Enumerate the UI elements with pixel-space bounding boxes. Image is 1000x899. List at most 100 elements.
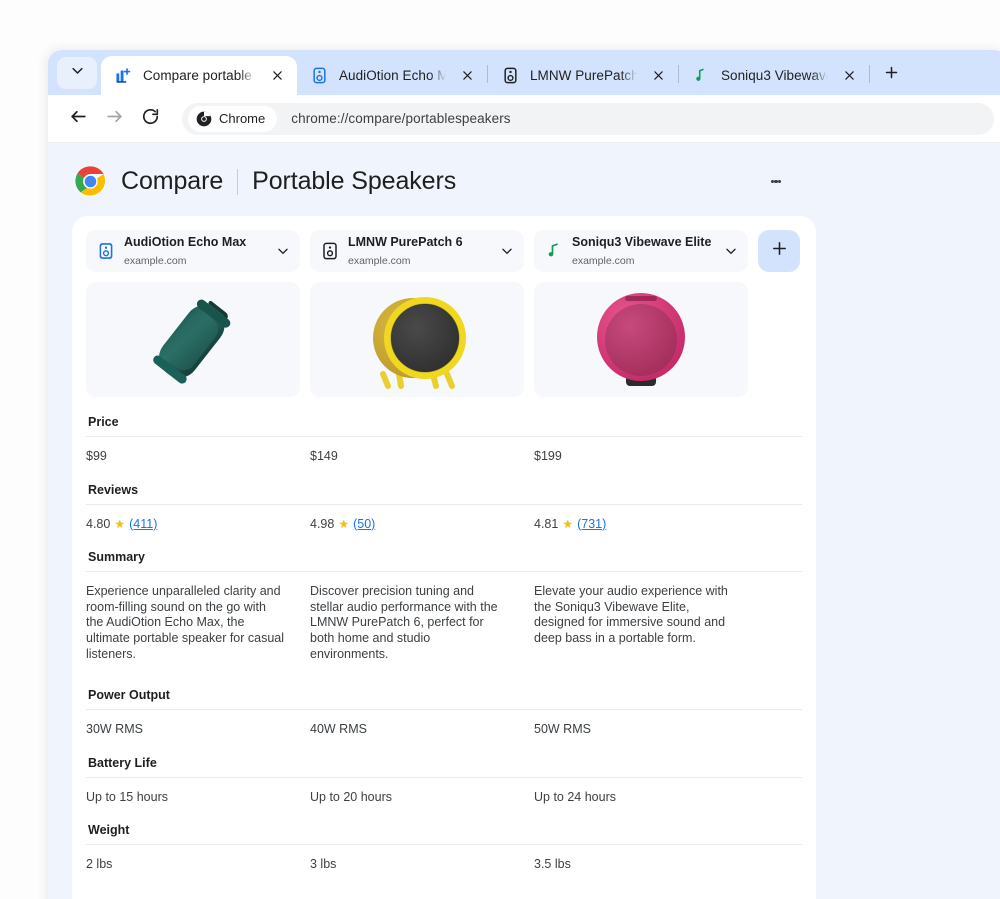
spec-cell-rating: 4.98 ★ (50) bbox=[310, 517, 534, 533]
product-domain: example.com bbox=[124, 255, 187, 267]
spec-cell: 2 lbs bbox=[86, 857, 113, 872]
spec-cell: 40W RMS bbox=[310, 722, 367, 737]
spec-table: Price $99 $149 $199 Reviews 4.80 ★ (411)… bbox=[72, 397, 816, 873]
tab-search-button[interactable] bbox=[57, 57, 97, 89]
spec-label: Battery Life bbox=[88, 755, 157, 770]
rating-score: 4.81 bbox=[534, 516, 559, 531]
product-image-yellow-round-speaker bbox=[310, 282, 524, 397]
speaker-dark-icon bbox=[321, 242, 339, 260]
star-icon: ★ bbox=[338, 517, 350, 532]
music-note-green-icon bbox=[545, 242, 563, 260]
spec-cell: Up to 15 hours bbox=[86, 789, 168, 804]
spec-cell: Elevate your audio experience with the S… bbox=[534, 584, 728, 645]
tab-separator bbox=[869, 65, 870, 83]
close-icon[interactable] bbox=[839, 66, 859, 86]
tab-title: AudiOtion Echo Max bbox=[339, 68, 446, 83]
spec-values-row: 4.80 ★ (411) 4.98 ★ (50) 4.81 ★ (731) bbox=[86, 503, 802, 533]
spec-label: Price bbox=[88, 415, 119, 429]
product-name: AudiOtion Echo Max bbox=[124, 235, 247, 249]
spec-values-row: Up to 15 hours Up to 20 hours Up to 24 h… bbox=[86, 776, 802, 806]
chrome-scheme-chip: Chrome bbox=[188, 105, 278, 132]
chevron-down-icon[interactable] bbox=[498, 242, 516, 260]
product-domain: example.com bbox=[572, 255, 635, 267]
spec-block-price: Price $99 $149 $199 bbox=[86, 397, 802, 465]
address-bar[interactable]: Chrome chrome://compare/portablespeakers bbox=[182, 102, 994, 135]
forward-button[interactable] bbox=[98, 103, 130, 135]
speaker-dark-icon bbox=[502, 67, 519, 84]
chrome-logo-icon bbox=[74, 165, 107, 198]
tab-title: Soniqu3 Vibewave Elite bbox=[721, 68, 828, 83]
spec-label: Power Output bbox=[88, 688, 170, 703]
spec-cell: $199 bbox=[534, 449, 562, 463]
selector-text: Soniqu3 Vibewave Elite example.com bbox=[572, 233, 713, 269]
chevron-down-icon bbox=[70, 63, 85, 83]
spec-label: Weight bbox=[88, 823, 130, 838]
spec-block-power-output: Power Output 30W RMS 40W RMS 50W RMS bbox=[86, 670, 802, 738]
product-domain: example.com bbox=[348, 255, 411, 267]
kebab-dot bbox=[777, 179, 782, 184]
plus-icon bbox=[771, 240, 788, 262]
review-count-link[interactable]: (411) bbox=[129, 517, 157, 533]
star-icon: ★ bbox=[114, 517, 126, 532]
address-bar-url[interactable]: chrome://compare/portablespeakers bbox=[291, 111, 510, 126]
spec-cell: 30W RMS bbox=[86, 722, 143, 737]
product-selector-audiotion-echo-max[interactable]: AudiOtion Echo Max example.com bbox=[86, 230, 300, 272]
chevron-down-icon[interactable] bbox=[274, 242, 292, 260]
back-arrow-icon bbox=[69, 107, 88, 131]
page-title: Compare bbox=[121, 167, 224, 195]
spec-cell: 3 lbs bbox=[310, 857, 337, 872]
page-header: Compare Portable Speakers bbox=[48, 143, 1000, 216]
spec-cell-rating: 4.80 ★ (411) bbox=[86, 517, 310, 533]
tab-compare-portable-speakers[interactable]: Compare portable speakers bbox=[101, 56, 297, 95]
product-name: LMNW PurePatch 6 bbox=[348, 235, 463, 249]
tab-title: Compare portable speakers bbox=[143, 68, 256, 83]
new-tab-button[interactable] bbox=[876, 60, 906, 90]
spec-values-row: $99 $149 $199 bbox=[86, 436, 802, 465]
close-icon[interactable] bbox=[267, 66, 287, 86]
star-icon: ★ bbox=[562, 517, 574, 532]
spec-cell: 3.5 lbs bbox=[534, 857, 571, 872]
reload-button[interactable] bbox=[134, 103, 166, 135]
spec-block-battery-life: Battery Life Up to 15 hours Up to 20 hou… bbox=[86, 738, 802, 806]
spec-block-reviews: Reviews 4.80 ★ (411) 4.98 ★ (50) 4.81 ★ … bbox=[86, 465, 802, 533]
close-icon[interactable] bbox=[457, 66, 477, 86]
product-images-row bbox=[72, 272, 816, 397]
product-image-pink-round-speaker bbox=[534, 282, 748, 397]
product-image-teal-cylinder-speaker bbox=[86, 282, 300, 397]
close-icon[interactable] bbox=[648, 66, 668, 86]
tab-lmnw-purepatch-6[interactable]: LMNW PurePatch 6 bbox=[488, 56, 678, 95]
back-button[interactable] bbox=[62, 103, 94, 135]
header-divider bbox=[237, 168, 239, 195]
product-name: Soniqu3 Vibewave Elite bbox=[572, 235, 712, 249]
spec-cell: 50W RMS bbox=[534, 722, 591, 737]
plus-icon bbox=[884, 65, 899, 85]
kebab-menu-icon[interactable] bbox=[760, 166, 792, 198]
comparison-card: AudiOtion Echo Max example.com LMNW Pure… bbox=[72, 216, 816, 899]
selector-text: LMNW PurePatch 6 example.com bbox=[348, 233, 489, 269]
spec-label: Reviews bbox=[88, 482, 139, 497]
product-selector-row: AudiOtion Echo Max example.com LMNW Pure… bbox=[72, 230, 816, 272]
music-note-green-icon bbox=[693, 67, 710, 84]
spec-block-weight: Weight 2 lbs 3 lbs 3.5 lbs bbox=[86, 805, 802, 873]
review-count-link[interactable]: (50) bbox=[353, 517, 375, 533]
product-selector-soniqu3-vibewave-elite[interactable]: Soniqu3 Vibewave Elite example.com bbox=[534, 230, 748, 272]
rating-score: 4.98 bbox=[310, 516, 335, 531]
forward-arrow-icon bbox=[105, 107, 124, 131]
add-product-button[interactable] bbox=[758, 230, 800, 272]
spec-values-row: 30W RMS 40W RMS 50W RMS bbox=[86, 709, 802, 738]
tab-strip: Compare portable speakers AudiOtion Echo… bbox=[48, 50, 1000, 95]
tab-soniqu3-vibewave-elite[interactable]: Soniqu3 Vibewave Elite bbox=[679, 56, 869, 95]
compare-page: Compare Portable Speakers AudiOtion Echo… bbox=[48, 143, 1000, 899]
screenshot-root: Compare portable speakers AudiOtion Echo… bbox=[0, 0, 1000, 899]
tab-audiotion-echo-max[interactable]: AudiOtion Echo Max bbox=[297, 56, 487, 95]
chevron-down-icon[interactable] bbox=[722, 242, 740, 260]
page-subject: Portable Speakers bbox=[252, 167, 457, 195]
product-selector-lmnw-purepatch-6[interactable]: LMNW PurePatch 6 example.com bbox=[310, 230, 524, 272]
reload-icon bbox=[141, 107, 160, 131]
review-count-link[interactable]: (731) bbox=[577, 517, 606, 533]
spec-cell: Up to 24 hours bbox=[534, 789, 616, 804]
speaker-blue-icon bbox=[311, 67, 328, 84]
spec-values-row: 2 lbs 3 lbs 3.5 lbs bbox=[86, 844, 802, 873]
spec-values-row: Experience unparalleled clarity and room… bbox=[86, 571, 802, 670]
spec-cell: Experience unparalleled clarity and room… bbox=[86, 584, 285, 661]
